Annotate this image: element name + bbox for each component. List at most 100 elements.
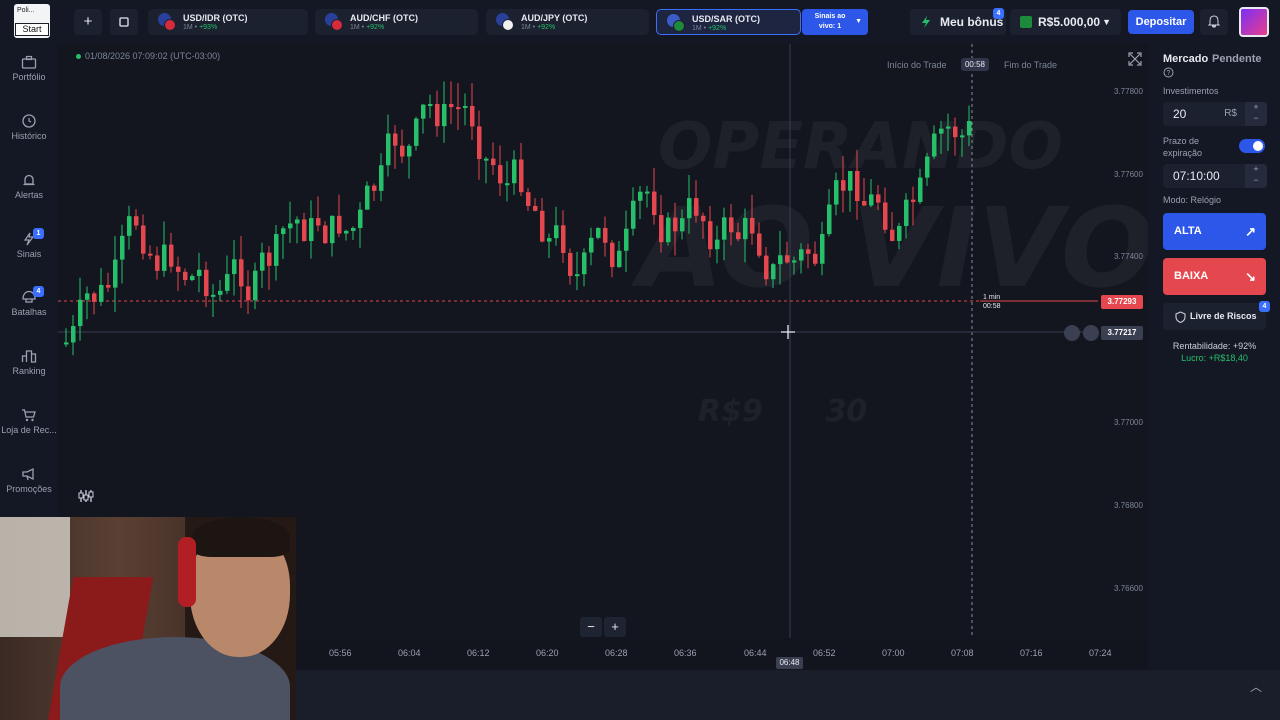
asset-tab-usd-sar[interactable]: USD/SAR (OTC) 1M • +92% — [656, 9, 801, 35]
sell-down-button[interactable]: BAIXA ↘ — [1163, 258, 1266, 295]
deposit-button[interactable]: Depositar — [1128, 10, 1194, 34]
indicators-icon[interactable] — [76, 487, 96, 505]
notifications-button[interactable] — [1200, 9, 1228, 35]
chevron-up-icon[interactable]: ︿ — [1250, 678, 1262, 695]
candle-body — [617, 250, 622, 268]
candle-body — [442, 104, 447, 127]
asset-tab-aud-chf[interactable]: AUD/CHF (OTC) 1M • +92% — [315, 9, 478, 35]
risk-free-button[interactable]: Livre de Riscos 4 — [1163, 301, 1270, 330]
asset-name: USD/SAR (OTC) — [692, 14, 760, 24]
chevron-down-icon: ▼ — [855, 18, 862, 25]
sidebar-item-signals[interactable]: Sinais 1 — [0, 228, 58, 282]
my-bonus-button[interactable]: Meu bônus 4 — [910, 8, 1006, 35]
sidebar-item-label: Ranking — [12, 366, 46, 376]
candle-body — [624, 228, 629, 251]
avatar[interactable] — [1239, 7, 1269, 37]
x-axis-label: 06:04 — [398, 648, 421, 658]
arrow-up-right-icon: ↗ — [1245, 224, 1256, 239]
top-bar: Poli... Start + USD/IDR (OTC) 1M • +93% … — [0, 0, 1280, 44]
candle-body — [155, 255, 160, 271]
minus-icon[interactable]: − — [1245, 175, 1267, 186]
expiry-stepper[interactable]: + − — [1245, 164, 1267, 188]
candle-body — [351, 228, 356, 231]
candle-body — [477, 126, 482, 160]
square-icon — [119, 17, 129, 27]
help-icon[interactable]: ? — [1163, 67, 1174, 78]
candle-body — [862, 201, 867, 206]
asset-name: AUD/JPY (OTC) — [521, 13, 588, 23]
layout-button[interactable] — [110, 9, 138, 35]
sidebar-item-label: Promoções — [6, 484, 52, 494]
sidebar-item-alerts[interactable]: Alertas — [0, 173, 58, 223]
trade-timer: 00:58 — [961, 58, 989, 71]
sidebar-item-promotions[interactable]: Promoções — [0, 467, 58, 517]
sidebar-item-portfolio[interactable]: Portfólio — [0, 55, 58, 105]
alarm-icon[interactable] — [1083, 325, 1099, 341]
tab-market[interactable]: Mercado — [1163, 53, 1208, 65]
candle-body — [253, 270, 258, 301]
sidebar-item-battles[interactable]: Batalhas 4 — [0, 286, 58, 340]
asset-tab-usd-idr[interactable]: USD/IDR (OTC) 1M • +93% — [148, 9, 308, 35]
candle-body — [575, 274, 580, 277]
trade-start-label: Início do Trade — [887, 60, 947, 70]
candle-body — [281, 228, 286, 235]
candle-body — [659, 215, 664, 243]
sidebar-badge: 1 — [33, 228, 44, 239]
investment-stepper[interactable]: + − — [1245, 102, 1267, 126]
candle-body — [904, 199, 909, 226]
trade-panel: Mercado Pendente ? Investimentos 20 R$ +… — [1148, 44, 1280, 670]
minus-icon[interactable]: − — [1245, 113, 1267, 124]
fullscreen-icon[interactable] — [1126, 50, 1144, 68]
tab-pending[interactable]: Pendente — [1212, 53, 1262, 65]
candle-body — [715, 239, 720, 250]
candle-body — [400, 145, 405, 157]
x-axis-label: 06:12 — [467, 648, 490, 658]
clock-icon[interactable] — [1064, 325, 1080, 341]
sidebar-item-ranking[interactable]: Ranking — [0, 349, 58, 399]
down-label: BAIXA — [1174, 270, 1209, 282]
candle-body — [876, 194, 881, 203]
candle-body — [918, 177, 923, 202]
expiry-field[interactable]: 07:10:00 + − — [1163, 164, 1267, 188]
zoom-in-button[interactable]: + — [604, 617, 626, 637]
live-signals-button[interactable]: Sinais ao vivo: 1 ▼ — [802, 9, 868, 35]
clock-icon — [22, 114, 36, 128]
candle-body — [967, 120, 972, 136]
asset-tab-aud-jpy[interactable]: AUD/JPY (OTC) 1M • +92% — [486, 9, 649, 35]
y-axis-label: 3.77000 — [1114, 418, 1143, 427]
candle-body — [190, 276, 195, 281]
current-price-tag: 3.77293 — [1101, 295, 1143, 309]
plus-icon[interactable]: + — [1245, 102, 1267, 113]
candle-body — [694, 198, 699, 216]
candle-body — [344, 230, 349, 234]
candle-body — [568, 252, 573, 276]
candle-body — [834, 180, 839, 205]
asset-sub: 1M • +92% — [692, 25, 727, 32]
investment-currency: R$ — [1224, 108, 1237, 119]
buy-up-button[interactable]: ALTA ↗ — [1163, 213, 1266, 250]
candle-body — [939, 128, 944, 134]
candle-body — [106, 284, 111, 288]
investment-field[interactable]: 20 R$ + − — [1163, 102, 1267, 126]
plus-icon[interactable]: + — [1245, 164, 1267, 175]
logo-text: Poli... — [17, 7, 35, 14]
add-asset-button[interactable]: + — [74, 9, 102, 35]
start-button[interactable]: Start — [15, 23, 49, 36]
briefcase-icon — [21, 55, 37, 69]
expiry-mode-toggle[interactable] — [1239, 139, 1265, 153]
mode-label: Modo: Relógio — [1163, 195, 1222, 205]
sidebar-item-label: Loja de Rec... — [1, 425, 57, 435]
balance-selector[interactable]: R$5.000,00 ▼ — [1010, 9, 1121, 35]
candle-body — [225, 274, 230, 291]
candle-body — [820, 234, 825, 264]
sidebar-item-store[interactable]: Loja de Rec... — [0, 408, 58, 458]
sidebar-item-history[interactable]: Histórico — [0, 114, 58, 164]
candle-body — [239, 259, 244, 287]
up-label: ALTA — [1174, 225, 1202, 237]
investment-value: 20 — [1173, 107, 1187, 121]
app-logo[interactable]: Poli... Start — [14, 4, 50, 38]
candle-body — [421, 104, 426, 119]
candle-body — [309, 218, 314, 242]
zoom-out-button[interactable]: − — [580, 617, 602, 637]
x-axis-label: 06:44 — [744, 648, 767, 658]
